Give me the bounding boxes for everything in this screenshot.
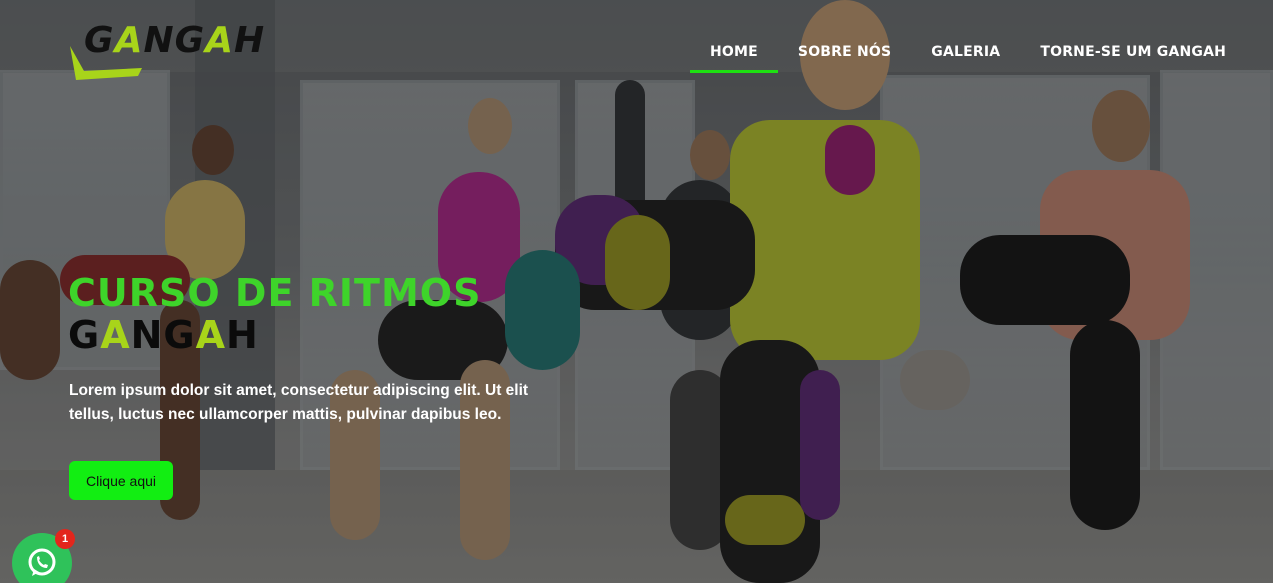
notification-badge: 1 xyxy=(55,529,75,549)
nav-item-galeria[interactable]: Galeria xyxy=(911,40,1020,72)
hero-title-line1: Curso de ritmos xyxy=(68,271,482,315)
nav-item-torne-se-gangah[interactable]: Torne-se um Gangah xyxy=(1020,40,1246,72)
logo-text: GANGAH xyxy=(84,20,265,61)
logo-letter-accent: A xyxy=(114,20,144,61)
logo-letter-accent: A xyxy=(205,20,234,61)
whatsapp-icon xyxy=(28,548,56,576)
nav-item-sobre-nos[interactable]: Sobre nós xyxy=(778,40,911,72)
logo-letter: NG xyxy=(143,20,206,61)
cta-button[interactable]: Clique aqui xyxy=(69,461,173,500)
gangah-logo[interactable]: GANGAH xyxy=(68,18,264,88)
nav-item-home[interactable]: Home xyxy=(690,40,778,73)
hero-title-line2: GANGAH xyxy=(68,313,259,357)
logo-letter: G xyxy=(84,20,115,61)
main-nav: Home Sobre nós Galeria Torne-se um Ganga… xyxy=(690,40,1246,73)
hero-title: Curso de ritmos GANGAH xyxy=(68,272,481,356)
logo-letter: H xyxy=(234,20,266,61)
hero-description: Lorem ipsum dolor sit amet, consectetur … xyxy=(69,382,529,423)
